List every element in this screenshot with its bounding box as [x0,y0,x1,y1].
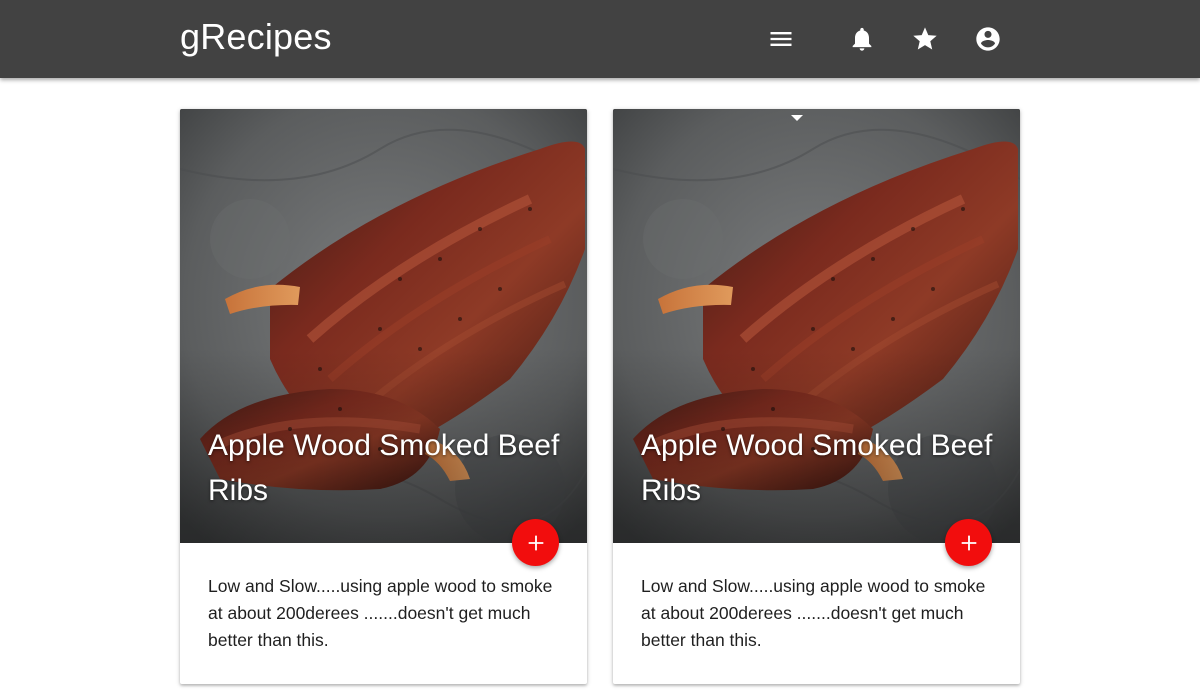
recipe-card[interactable]: Apple Wood Smoked Beef Ribs Low and Slow… [180,109,587,684]
star-icon[interactable] [910,24,940,54]
account-icon[interactable] [973,24,1003,54]
recipe-image[interactable]: Apple Wood Smoked Beef Ribs [613,109,1020,543]
recipe-image[interactable]: Apple Wood Smoked Beef Ribs [180,109,587,543]
recipe-description: Low and Slow.....using apple wood to smo… [208,576,553,650]
add-recipe-button[interactable] [945,519,992,566]
top-app-bar: gRecipes [0,0,1200,78]
menu-icon[interactable] [766,24,796,54]
recipe-card[interactable]: Apple Wood Smoked Beef Ribs Low and Slow… [613,109,1020,684]
add-recipe-button[interactable] [512,519,559,566]
recipe-title: Apple Wood Smoked Beef Ribs [208,429,560,507]
add-icon [961,535,976,550]
add-icon [528,535,543,550]
notifications-icon[interactable] [847,24,877,54]
caret-down-icon[interactable] [791,115,803,121]
recipe-description: Low and Slow.....using apple wood to smo… [641,576,986,650]
recipe-title: Apple Wood Smoked Beef Ribs [641,429,993,507]
app-title[interactable]: gRecipes [180,16,332,58]
